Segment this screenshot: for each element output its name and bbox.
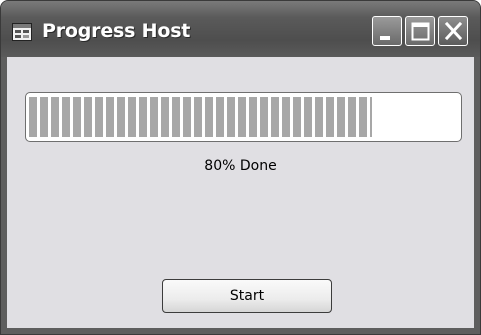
maximize-button[interactable] (405, 16, 435, 46)
progress-host-window: Progress Host 80% Done Start (0, 0, 481, 335)
progress-status-label: 80% Done (204, 158, 277, 174)
progress-bar (25, 92, 462, 142)
title-bar[interactable]: Progress Host (1, 1, 480, 57)
progress-bar-fill (29, 97, 372, 137)
close-button[interactable] (438, 16, 468, 46)
close-icon (444, 21, 463, 41)
client-area: 80% Done Start (7, 57, 474, 328)
minimize-icon (380, 36, 390, 40)
maximize-icon (411, 22, 430, 41)
window-title: Progress Host (42, 20, 191, 42)
start-button[interactable]: Start (162, 279, 332, 313)
app-window-icon[interactable] (12, 23, 32, 41)
minimize-button[interactable] (372, 16, 402, 46)
